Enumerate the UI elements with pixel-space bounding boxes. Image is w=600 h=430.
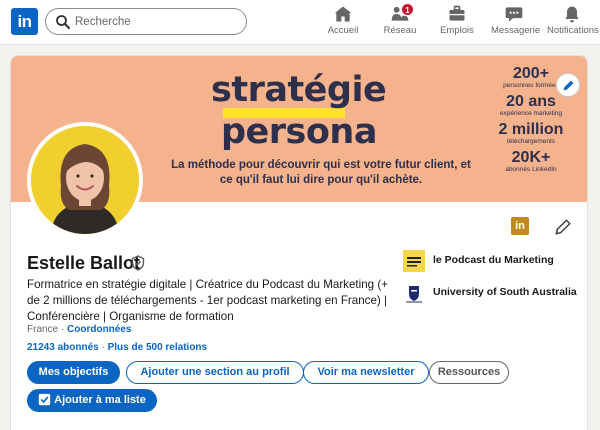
org-university-name: University of South Australia	[433, 286, 577, 298]
search-input[interactable]	[75, 13, 235, 31]
edit-profile-icon[interactable]	[554, 218, 572, 236]
verified-badge-icon[interactable]	[130, 255, 146, 271]
search-icon	[56, 15, 70, 29]
resources-button[interactable]: Ressources	[429, 361, 509, 384]
location-text: France	[27, 324, 59, 335]
nav-messaging[interactable]: Messagerie	[491, 4, 541, 42]
stat-label: abonnés LinkedIn	[505, 166, 557, 173]
add-to-list-button[interactable]: Ajouter à ma liste	[27, 389, 157, 412]
nav-jobs[interactable]: Emplois	[437, 4, 477, 42]
add-profile-section-button[interactable]: Ajouter une section au profil	[126, 361, 304, 384]
banner-stat: 2 million téléchargements	[481, 122, 581, 146]
nav-network-label: Réseau	[383, 25, 417, 36]
featured-service-icon[interactable]: in	[511, 217, 529, 235]
stat-label: expérience marketing	[499, 110, 563, 117]
top-nav-bar: in Accueil 1 Réseau Emplois	[0, 0, 600, 45]
list-add-icon	[38, 393, 51, 406]
followers-link[interactable]: 21243 abonnés	[27, 342, 99, 353]
bell-icon	[565, 6, 579, 23]
stat-label: téléchargements	[506, 138, 556, 145]
stat-value: 2 million	[498, 121, 564, 138]
nav-notifications-label: Notifications	[547, 25, 599, 36]
linkedin-logo-icon[interactable]: in	[11, 8, 38, 35]
network-badge: 1	[401, 3, 414, 16]
org-podcast-name: le Podcast du Marketing	[433, 254, 554, 266]
podcast-logo-icon	[403, 250, 425, 272]
briefcase-icon	[449, 5, 465, 21]
search-box[interactable]	[45, 8, 247, 35]
contact-info-link[interactable]: Coordonnées	[67, 324, 131, 335]
avatar[interactable]	[27, 122, 143, 238]
banner-stat: 20K+ abonnés LinkedIn	[481, 150, 581, 174]
banner-stat: 20 ans expérience marketing	[481, 94, 581, 118]
banner-title-line2: persona	[221, 112, 377, 152]
profile-location: France · Coordonnées	[27, 324, 131, 335]
profile-headline: Formatrice en stratégie digitale | Créat…	[27, 278, 388, 323]
my-goals-button[interactable]: Mes objectifs	[27, 361, 120, 384]
pencil-icon	[563, 80, 574, 91]
nav-home-label: Accueil	[327, 25, 359, 36]
nav-network[interactable]: 1 Réseau	[380, 3, 420, 42]
profile-network-stats: 21243 abonnés · Plus de 500 relations	[27, 342, 207, 353]
edit-banner-button[interactable]	[556, 73, 580, 97]
messaging-icon	[505, 7, 523, 22]
profile-name: Estelle Ballot	[27, 253, 141, 273]
avatar-photo	[31, 126, 139, 234]
banner-tagline: La méthode pour découvrir qui est votre …	[171, 159, 471, 186]
profile-card: stratégie persona La méthode pour découv…	[10, 55, 588, 430]
nav-messaging-label: Messagerie	[491, 25, 541, 36]
nav-notifications[interactable]: Notifications	[547, 4, 599, 42]
banner-title-line1: stratégie	[211, 70, 387, 110]
add-to-list-label: Ajouter à ma liste	[54, 394, 146, 406]
nav-home[interactable]: Accueil	[323, 4, 363, 42]
nav-jobs-label: Emplois	[440, 25, 474, 36]
university-logo-icon	[403, 282, 425, 304]
stat-value: 20K+	[511, 149, 551, 166]
connections-link[interactable]: Plus de 500 relations	[108, 342, 208, 353]
view-newsletter-button[interactable]: Voir ma newsletter	[303, 361, 429, 384]
home-icon	[334, 6, 352, 22]
